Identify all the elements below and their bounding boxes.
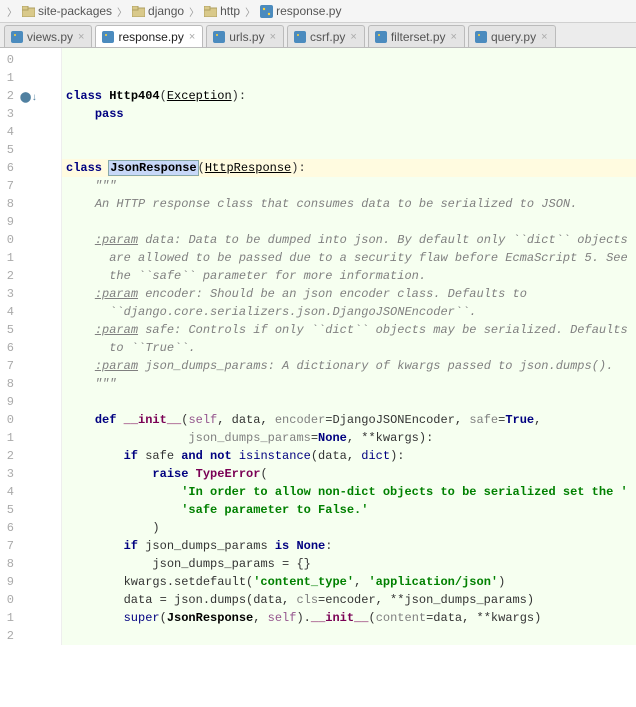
python-file-icon xyxy=(294,31,306,43)
tab-label: urls.py xyxy=(229,30,264,44)
close-icon[interactable]: × xyxy=(188,31,196,43)
code-line: super(JsonResponse, self).__init__(conte… xyxy=(62,609,636,627)
tab-label: response.py xyxy=(118,30,183,44)
code-line xyxy=(62,69,636,87)
code-line xyxy=(62,627,636,645)
tab-query[interactable]: query.py × xyxy=(468,25,556,47)
tab-label: csrf.py xyxy=(310,30,345,44)
editor-tabs: views.py × response.py × urls.py × csrf.… xyxy=(0,23,636,48)
breadcrumb-label: response.py xyxy=(276,4,341,18)
code-line: 'In order to allow non-dict objects to b… xyxy=(62,483,636,501)
chevron-right-icon: 〉 xyxy=(245,4,255,19)
code-line: are allowed to be passed due to a securi… xyxy=(62,249,636,267)
gutter-icons: ⬤↓ xyxy=(14,48,62,645)
code-line: """ xyxy=(62,177,636,195)
code-area[interactable]: class Http404(Exception): pass class Jso… xyxy=(62,48,636,645)
code-line: the ``safe`` parameter for more informat… xyxy=(62,267,636,285)
breadcrumb-item[interactable]: django xyxy=(130,3,186,19)
code-editor[interactable]: 012345678901234567890123456789012 ⬤↓ cla… xyxy=(0,48,636,645)
python-file-icon xyxy=(475,31,487,43)
python-file-icon xyxy=(375,31,387,43)
folder-icon xyxy=(132,6,145,17)
breadcrumb-item[interactable]: site-packages xyxy=(20,3,114,19)
breadcrumb-item[interactable]: http xyxy=(202,3,242,19)
chevron-right-icon: 〉 xyxy=(189,4,199,19)
code-line: json_dumps_params = {} xyxy=(62,555,636,573)
code-line: """ xyxy=(62,375,636,393)
code-line: json_dumps_params=None, **kwargs): xyxy=(62,429,636,447)
code-line: class Http404(Exception): xyxy=(62,87,636,105)
close-icon[interactable]: × xyxy=(450,31,458,43)
breadcrumb-item[interactable]: response.py xyxy=(258,3,343,19)
code-line: to ``True``. xyxy=(62,339,636,357)
tab-urls[interactable]: urls.py × xyxy=(206,25,284,47)
close-icon[interactable]: × xyxy=(349,31,357,43)
python-file-icon xyxy=(11,31,23,43)
tab-label: query.py xyxy=(491,30,536,44)
code-line: raise TypeError( xyxy=(62,465,636,483)
code-line-current: class JsonResponse(HttpResponse): xyxy=(62,159,636,177)
code-line: if json_dumps_params is None: xyxy=(62,537,636,555)
code-line: if safe and not isinstance(data, dict): xyxy=(62,447,636,465)
chevron-right-icon: 〉 xyxy=(7,4,17,19)
close-icon[interactable]: × xyxy=(269,31,277,43)
code-line xyxy=(62,51,636,69)
code-line xyxy=(62,393,636,411)
code-line: :param safe: Controls if only ``dict`` o… xyxy=(62,321,636,339)
code-line xyxy=(62,141,636,159)
python-file-icon xyxy=(102,31,114,43)
tab-label: filterset.py xyxy=(391,30,446,44)
code-line xyxy=(62,123,636,141)
code-line: ``django.core.serializers.json.DjangoJSO… xyxy=(62,303,636,321)
python-file-icon xyxy=(260,5,273,18)
breadcrumb: 〉 site-packages 〉 django 〉 http 〉 respon… xyxy=(0,0,636,23)
line-number-gutter: 012345678901234567890123456789012 xyxy=(0,48,14,645)
tab-views[interactable]: views.py × xyxy=(4,25,92,47)
folder-icon xyxy=(204,6,217,17)
code-line: 'safe parameter to False.' xyxy=(62,501,636,519)
text-cursor: JsonResponse xyxy=(109,161,197,175)
folder-icon xyxy=(22,6,35,17)
close-icon[interactable]: × xyxy=(77,31,85,43)
code-line: pass xyxy=(62,105,636,123)
python-file-icon xyxy=(213,31,225,43)
code-line: ) xyxy=(62,519,636,537)
close-icon[interactable]: × xyxy=(540,31,548,43)
tab-label: views.py xyxy=(27,30,73,44)
code-line: :param data: Data to be dumped into json… xyxy=(62,231,636,249)
tab-response[interactable]: response.py × xyxy=(95,25,203,47)
code-line xyxy=(62,213,636,231)
code-line: data = json.dumps(data, cls=encoder, **j… xyxy=(62,591,636,609)
breadcrumb-label: django xyxy=(148,4,184,18)
breadcrumb-label: site-packages xyxy=(38,4,112,18)
breadcrumb-label: http xyxy=(220,4,240,18)
code-line: :param encoder: Should be an json encode… xyxy=(62,285,636,303)
tab-filterset[interactable]: filterset.py × xyxy=(368,25,465,47)
chevron-right-icon: 〉 xyxy=(117,4,127,19)
code-line: An HTTP response class that consumes dat… xyxy=(62,195,636,213)
code-line: kwargs.setdefault('content_type', 'appli… xyxy=(62,573,636,591)
code-line: def __init__(self, data, encoder=DjangoJ… xyxy=(62,411,636,429)
tab-csrf[interactable]: csrf.py × xyxy=(287,25,365,47)
code-line: :param json_dumps_params: A dictionary o… xyxy=(62,357,636,375)
